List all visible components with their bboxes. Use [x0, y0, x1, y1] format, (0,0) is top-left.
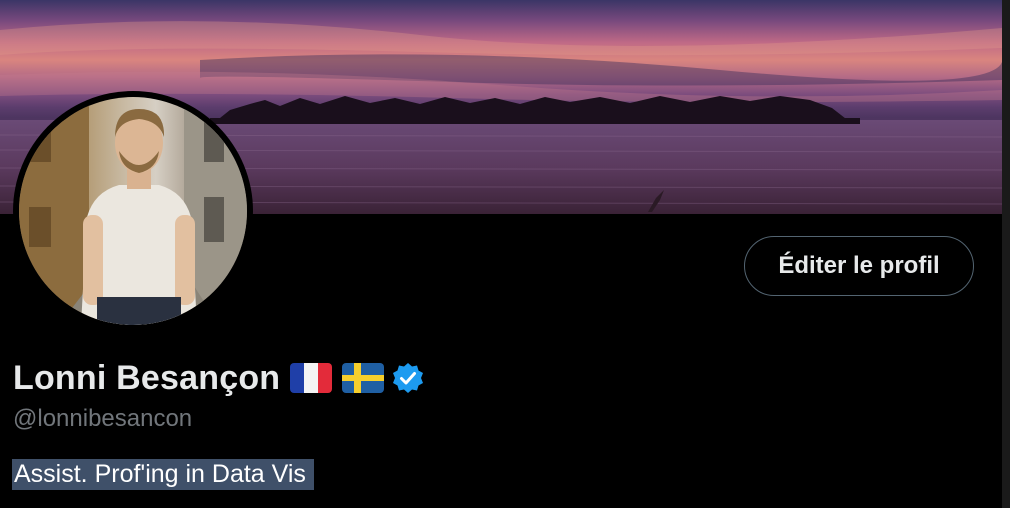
- edit-profile-button[interactable]: Éditer le profil: [744, 236, 974, 296]
- avatar-photo: [19, 97, 247, 325]
- profile-bio: Assist. Prof'ing in Data Vis: [12, 459, 314, 490]
- window-edge: [1002, 0, 1010, 508]
- display-name: Lonni Besançon: [13, 358, 281, 397]
- avatar[interactable]: [13, 91, 253, 331]
- profile-name-row: Lonni Besançon: [13, 356, 424, 400]
- france-flag-icon: [290, 363, 333, 393]
- user-handle: @lonnibesancon: [13, 405, 193, 432]
- sweden-flag-icon: [342, 363, 385, 393]
- verified-badge-icon[interactable]: [392, 362, 424, 394]
